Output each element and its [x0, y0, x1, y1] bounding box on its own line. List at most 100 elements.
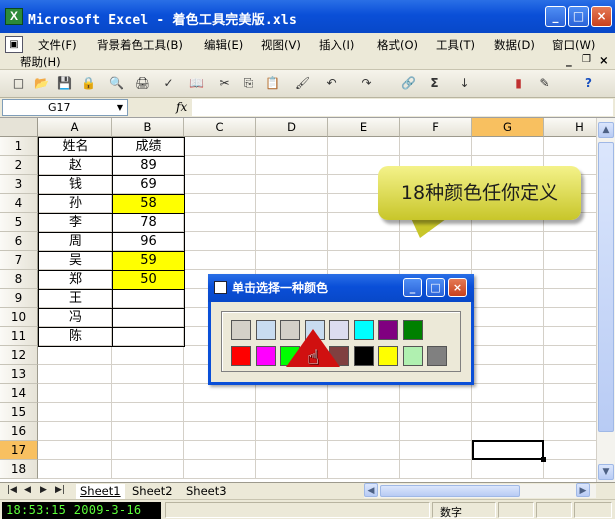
column-header-c[interactable]: C: [184, 118, 256, 137]
color-swatch[interactable]: [255, 346, 276, 366]
column-header-b[interactable]: B: [112, 118, 184, 137]
excel-app-icon[interactable]: X: [5, 8, 23, 25]
minimize-button[interactable]: _: [545, 6, 566, 27]
row-header-7[interactable]: 7: [0, 251, 38, 270]
table-cell-score[interactable]: [112, 289, 185, 309]
row-header-5[interactable]: 5: [0, 213, 38, 232]
horizontal-scrollbar[interactable]: ◀ ▶: [364, 483, 596, 498]
grid-cell[interactable]: [256, 422, 328, 441]
color-swatch[interactable]: [378, 320, 398, 340]
select-all-corner[interactable]: [0, 118, 38, 137]
table-cell-score[interactable]: [112, 327, 185, 347]
fill-handle[interactable]: [541, 457, 546, 462]
grid-cell[interactable]: [400, 441, 472, 460]
row-header-11[interactable]: 11: [0, 327, 38, 346]
row-header-13[interactable]: 13: [0, 365, 38, 384]
grid-cell[interactable]: [184, 460, 256, 479]
close-button[interactable]: ×: [591, 6, 612, 27]
grid-cell[interactable]: [472, 422, 544, 441]
row-header-3[interactable]: 3: [0, 175, 38, 194]
grid-cell[interactable]: [256, 460, 328, 479]
color-swatch[interactable]: [353, 320, 374, 340]
row-header-2[interactable]: 2: [0, 156, 38, 175]
table-cell-score[interactable]: [112, 308, 185, 328]
table-cell-score[interactable]: 89: [112, 156, 185, 176]
table-cell-score[interactable]: 78: [112, 213, 185, 233]
grid-cell[interactable]: [328, 441, 400, 460]
grid-cell[interactable]: [472, 403, 544, 422]
tab-sheet1[interactable]: Sheet1: [76, 484, 125, 499]
row-header-1[interactable]: 1: [0, 137, 38, 156]
scroll-up-arrow[interactable]: ▲: [598, 122, 614, 138]
grid-cell[interactable]: [400, 384, 472, 403]
grid-cell[interactable]: [38, 441, 112, 460]
grid-cell[interactable]: [184, 422, 256, 441]
row-header-18[interactable]: 18: [0, 460, 38, 479]
row-header-12[interactable]: 12: [0, 346, 38, 365]
grid-cell[interactable]: [184, 194, 256, 213]
prev-sheet-icon[interactable]: ◀: [24, 485, 31, 495]
grid-cell[interactable]: [400, 403, 472, 422]
grid-cell[interactable]: [256, 137, 328, 156]
menu-tools[interactable]: 工具(T): [436, 37, 475, 53]
menu-window[interactable]: 窗口(W): [552, 37, 595, 53]
hyperlink-icon[interactable]: 🔗: [400, 75, 417, 92]
table-cell-name[interactable]: 王: [38, 289, 113, 309]
scroll-down-arrow[interactable]: ▼: [598, 464, 614, 480]
copy-icon[interactable]: ⎘: [240, 75, 257, 92]
chart-icon[interactable]: ▮: [510, 75, 527, 92]
grid-cell[interactable]: [38, 403, 112, 422]
table-cell-score[interactable]: 58: [112, 194, 185, 214]
table-cell-name[interactable]: 钱: [38, 175, 113, 195]
chevron-down-icon[interactable]: ▼: [117, 100, 123, 115]
table-cell-name[interactable]: 郑: [38, 270, 113, 290]
row-header-10[interactable]: 10: [0, 308, 38, 327]
grid-cell[interactable]: [184, 403, 256, 422]
grid-cell[interactable]: [472, 327, 544, 346]
dialog-maximize-button[interactable]: □: [426, 278, 445, 297]
grid-cell[interactable]: [472, 346, 544, 365]
color-swatch[interactable]: [402, 346, 423, 366]
grid-cell[interactable]: [328, 403, 400, 422]
grid-cell[interactable]: [38, 365, 112, 384]
undo-icon[interactable]: ↶: [323, 75, 340, 92]
row-header-14[interactable]: 14: [0, 384, 38, 403]
grid-cell[interactable]: [472, 232, 544, 251]
doc-restore-button[interactable]: ❐: [582, 54, 591, 65]
cut-icon[interactable]: ✂: [216, 75, 233, 92]
grid-cell[interactable]: [256, 441, 328, 460]
column-header-f[interactable]: F: [400, 118, 472, 137]
menu-edit[interactable]: 编辑(E): [204, 37, 243, 53]
tab-sheet3[interactable]: Sheet3: [182, 484, 231, 499]
grid-cell[interactable]: [184, 441, 256, 460]
research-icon[interactable]: 📖: [188, 75, 205, 92]
row-header-9[interactable]: 9: [0, 289, 38, 308]
grid-cell[interactable]: [328, 232, 400, 251]
row-header-17[interactable]: 17: [0, 441, 38, 460]
row-header-15[interactable]: 15: [0, 403, 38, 422]
grid-cell[interactable]: [400, 422, 472, 441]
table-cell-name[interactable]: 赵: [38, 156, 113, 176]
row-header-8[interactable]: 8: [0, 270, 38, 289]
grid-cell[interactable]: [112, 403, 184, 422]
formula-input[interactable]: [192, 99, 613, 116]
table-cell-name[interactable]: 周: [38, 232, 113, 252]
grid-cell[interactable]: [38, 422, 112, 441]
grid-cell[interactable]: [400, 251, 472, 270]
scroll-right-arrow[interactable]: ▶: [576, 483, 590, 497]
grid-cell[interactable]: [184, 251, 256, 270]
doc-minimize-button[interactable]: _: [566, 53, 572, 67]
document-icon[interactable]: ▣: [5, 36, 23, 53]
dialog-minimize-button[interactable]: _: [403, 278, 422, 297]
grid-cell[interactable]: [112, 441, 184, 460]
grid-cell[interactable]: [472, 289, 544, 308]
grid-cell[interactable]: [472, 251, 544, 270]
grid-cell[interactable]: [328, 460, 400, 479]
grid-cell[interactable]: [400, 137, 472, 156]
tab-sheet2[interactable]: Sheet2: [128, 484, 177, 499]
table-header-score[interactable]: 成绩: [112, 137, 185, 157]
autosum-icon[interactable]: Σ: [426, 75, 443, 92]
color-swatch[interactable]: [427, 346, 447, 366]
open-icon[interactable]: 📂: [33, 75, 50, 92]
scroll-thumb[interactable]: [598, 142, 614, 432]
